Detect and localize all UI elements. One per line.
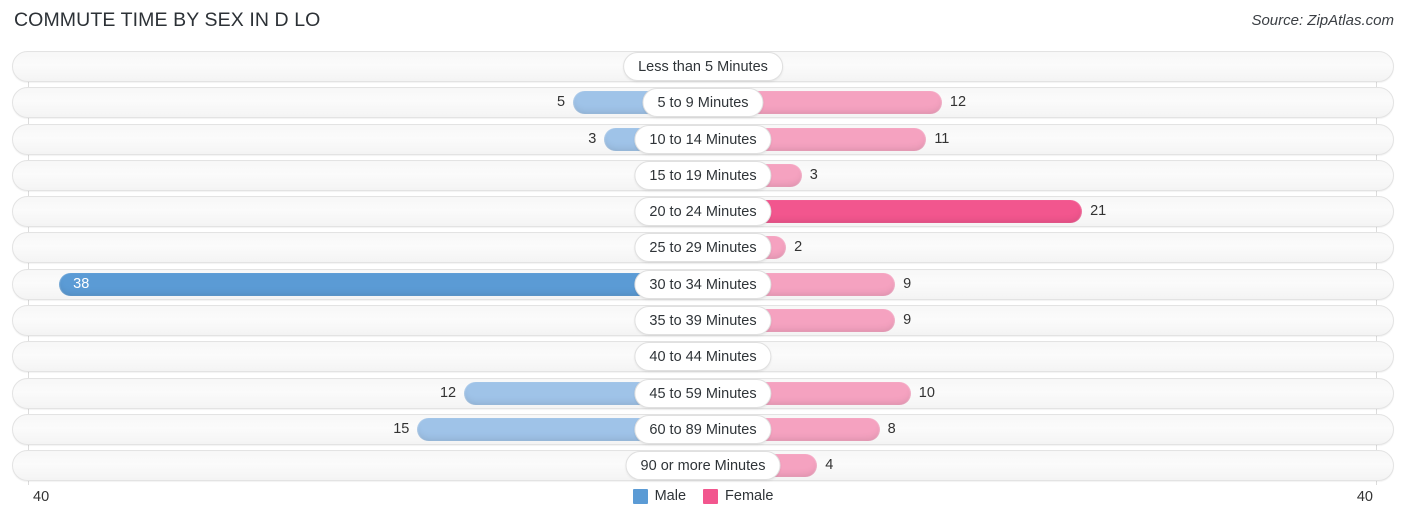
- value-label-female: 8: [887, 420, 896, 437]
- table-row[interactable]: 0490 or more Minutes: [0, 450, 1406, 482]
- legend: Male Female: [0, 488, 1406, 504]
- legend-item-male[interactable]: Male: [632, 488, 687, 504]
- legend-label-female: Female: [725, 488, 774, 504]
- category-label: 5 to 9 Minutes: [642, 88, 764, 118]
- table-row[interactable]: 5 12 5 to 9 Minutes: [0, 87, 1406, 119]
- category-label: 20 to 24 Minutes: [634, 197, 772, 227]
- category-label: 35 to 39 Minutes: [634, 306, 772, 336]
- table-row[interactable]: 0315 to 19 Minutes: [0, 159, 1406, 191]
- table-row[interactable]: 3 11 10 to 14 Minutes: [0, 123, 1406, 155]
- category-label: 45 to 59 Minutes: [634, 378, 772, 408]
- chart-header: COMMUTE TIME BY SEX IN D LO Source: ZipA…: [0, 0, 1406, 42]
- value-label-female: 3: [809, 166, 818, 183]
- value-label-male: 12: [439, 384, 457, 401]
- value-label-female: 2: [794, 239, 803, 256]
- legend-swatch-female-icon: [703, 488, 719, 504]
- value-label-male: 15: [393, 420, 410, 437]
- legend-label-male: Male: [654, 488, 687, 504]
- legend-swatch-male-icon: [632, 488, 648, 504]
- table-row[interactable]: 0040 to 44 Minutes: [0, 341, 1406, 373]
- chart-footer: 40 40 Male Female: [0, 485, 1406, 522]
- commute-time-chart: COMMUTE TIME BY SEX IN D LO Source: ZipA…: [0, 0, 1406, 522]
- table-row[interactable]: 00Less than 5 Minutes: [0, 51, 1406, 82]
- table-row[interactable]: 0225 to 29 Minutes: [0, 232, 1406, 264]
- category-label: 40 to 44 Minutes: [634, 342, 772, 372]
- category-label: 30 to 34 Minutes: [634, 269, 772, 299]
- value-label-female: 9: [903, 275, 912, 292]
- value-label-male: 3: [588, 130, 597, 147]
- source-attribution: Source: ZipAtlas.com: [1251, 12, 1394, 29]
- category-label: 15 to 19 Minutes: [634, 160, 772, 190]
- table-row[interactable]: 15 8 60 to 89 Minutes: [0, 413, 1406, 445]
- table-row[interactable]: 12 10 45 to 59 Minutes: [0, 377, 1406, 409]
- value-label-female: 21: [1090, 203, 1107, 220]
- bar-rows: 00Less than 5 Minutes 5 12 5 to 9 Minutes 3 1…: [0, 51, 1406, 487]
- category-label: 90 or more Minutes: [625, 451, 781, 481]
- page-title: COMMUTE TIME BY SEX IN D LO: [14, 9, 321, 31]
- value-label-female: 12: [949, 94, 967, 111]
- plot-area: 00Less than 5 Minutes 5 12 5 to 9 Minutes 3 1…: [0, 51, 1406, 485]
- table-row[interactable]: 0935 to 39 Minutes: [0, 305, 1406, 337]
- category-label: 25 to 29 Minutes: [634, 233, 772, 263]
- value-label-female: 4: [825, 457, 834, 474]
- legend-item-female[interactable]: Female: [703, 488, 773, 504]
- value-label-male: 38: [73, 275, 90, 292]
- table-row[interactable]: 02120 to 24 Minutes: [0, 196, 1406, 228]
- bar-male[interactable]: [59, 272, 703, 296]
- value-label-female: 11: [934, 130, 950, 147]
- table-row[interactable]: 38 9 30 to 34 Minutes: [0, 268, 1406, 300]
- value-label-female: 10: [918, 384, 935, 401]
- category-label: Less than 5 Minutes: [623, 52, 783, 81]
- value-label-female: 0: [763, 341, 821, 372]
- value-label-male: 5: [557, 94, 566, 111]
- category-label: 60 to 89 Minutes: [634, 414, 772, 444]
- value-label-female: 9: [903, 312, 912, 329]
- category-label: 10 to 14 Minutes: [634, 124, 772, 154]
